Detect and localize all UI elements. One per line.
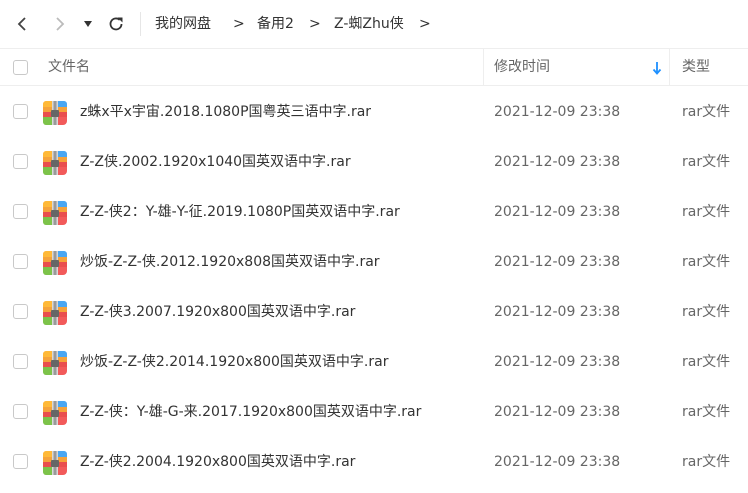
file-row[interactable]: 炒饭-Z-Z-侠.2012.1920x808国英双语中字.rar 2021-12… — [0, 237, 748, 287]
file-modified: 2021-12-09 23:38 — [494, 254, 621, 270]
row-checkbox[interactable] — [13, 104, 28, 119]
chevron-left-icon — [17, 17, 26, 31]
file-type: rar文件 — [682, 154, 731, 170]
row-checkbox[interactable] — [13, 404, 28, 419]
rar-archive-icon — [43, 351, 67, 375]
rar-archive-icon — [43, 201, 67, 225]
file-name[interactable]: Z-Z-侠2.2004.1920x800国英双语中字.rar — [80, 437, 355, 487]
sort-down-arrow-icon[interactable] — [652, 61, 662, 75]
column-header: 文件名 修改时间 类型 — [0, 48, 748, 86]
column-name[interactable]: 文件名 — [48, 49, 90, 86]
history-dropdown-button[interactable] — [78, 10, 98, 38]
rar-archive-icon — [43, 251, 67, 275]
file-type: rar文件 — [682, 354, 731, 370]
row-checkbox[interactable] — [13, 354, 28, 369]
select-all-checkbox[interactable] — [13, 60, 28, 75]
file-row[interactable]: z蛛x平x宇宙.2018.1080P国粤英三语中字.rar 2021-12-09… — [0, 87, 748, 137]
refresh-button[interactable] — [104, 10, 128, 38]
file-type: rar文件 — [682, 204, 731, 220]
file-type: rar文件 — [682, 304, 731, 320]
file-row[interactable]: Z-Z-侠2.2004.1920x800国英双语中字.rar 2021-12-0… — [0, 437, 748, 487]
file-name[interactable]: Z-Z-侠3.2007.1920x800国英双语中字.rar — [80, 287, 355, 337]
file-row[interactable]: Z-Z-侠2：Y-雄-Y-征.2019.1080P国英双语中字.rar 2021… — [0, 187, 748, 237]
file-name[interactable]: z蛛x平x宇宙.2018.1080P国粤英三语中字.rar — [80, 87, 371, 137]
file-type: rar文件 — [682, 454, 731, 470]
rar-archive-icon — [43, 101, 67, 125]
refresh-icon — [109, 17, 123, 31]
row-checkbox[interactable] — [13, 304, 28, 319]
column-divider — [483, 49, 484, 86]
file-modified: 2021-12-09 23:38 — [494, 354, 621, 370]
back-button[interactable] — [10, 10, 34, 38]
row-checkbox[interactable] — [13, 254, 28, 269]
rar-archive-icon — [43, 301, 67, 325]
breadcrumb-folder[interactable]: 备用2 — [257, 14, 294, 34]
file-modified: 2021-12-09 23:38 — [494, 454, 621, 470]
file-name[interactable]: Z-Z-侠2：Y-雄-Y-征.2019.1080P国英双语中字.rar — [80, 187, 400, 237]
file-modified: 2021-12-09 23:38 — [494, 404, 621, 420]
rar-archive-icon — [43, 401, 67, 425]
file-row[interactable]: Z-Z侠.2002.1920x1040国英双语中字.rar 2021-12-09… — [0, 137, 748, 187]
file-name[interactable]: 炒饭-Z-Z-侠.2012.1920x808国英双语中字.rar — [80, 237, 380, 287]
row-checkbox[interactable] — [13, 204, 28, 219]
file-row[interactable]: 炒饭-Z-Z-侠2.2014.1920x800国英双语中字.rar 2021-1… — [0, 337, 748, 387]
toolbar-divider — [140, 12, 141, 36]
breadcrumb-separator: > — [309, 16, 321, 32]
file-name[interactable]: 炒饭-Z-Z-侠2.2014.1920x800国英双语中字.rar — [80, 337, 388, 387]
file-name[interactable]: Z-Z侠.2002.1920x1040国英双语中字.rar — [80, 137, 351, 187]
column-modified[interactable]: 修改时间 — [494, 49, 550, 86]
breadcrumb-root[interactable]: 我的网盘 — [155, 14, 211, 34]
file-modified: 2021-12-09 23:38 — [494, 104, 621, 120]
rar-archive-icon — [43, 151, 67, 175]
file-type: rar文件 — [682, 404, 731, 420]
row-checkbox[interactable] — [13, 454, 28, 469]
toolbar: 我的网盘 > 备用2 > Z-蜘Zhu侠 > — [0, 0, 748, 48]
file-modified: 2021-12-09 23:38 — [494, 204, 621, 220]
rar-archive-icon — [43, 451, 67, 475]
breadcrumb-separator: > — [233, 16, 245, 32]
file-type: rar文件 — [682, 104, 731, 120]
file-type: rar文件 — [682, 254, 731, 270]
forward-button[interactable] — [48, 10, 72, 38]
column-divider — [669, 49, 670, 86]
file-modified: 2021-12-09 23:38 — [494, 304, 621, 320]
column-type[interactable]: 类型 — [682, 49, 710, 86]
file-modified: 2021-12-09 23:38 — [494, 154, 621, 170]
file-row[interactable]: Z-Z-侠3.2007.1920x800国英双语中字.rar 2021-12-0… — [0, 287, 748, 337]
file-name[interactable]: Z-Z-侠：Y-雄-G-来.2017.1920x800国英双语中字.rar — [80, 387, 421, 437]
breadcrumb-separator: > — [419, 16, 431, 32]
breadcrumb-current[interactable]: Z-蜘Zhu侠 — [334, 14, 404, 34]
file-row[interactable]: Z-Z-侠：Y-雄-G-来.2017.1920x800国英双语中字.rar 20… — [0, 387, 748, 437]
caret-down-icon — [84, 21, 92, 27]
chevron-right-icon — [56, 17, 65, 31]
row-checkbox[interactable] — [13, 154, 28, 169]
